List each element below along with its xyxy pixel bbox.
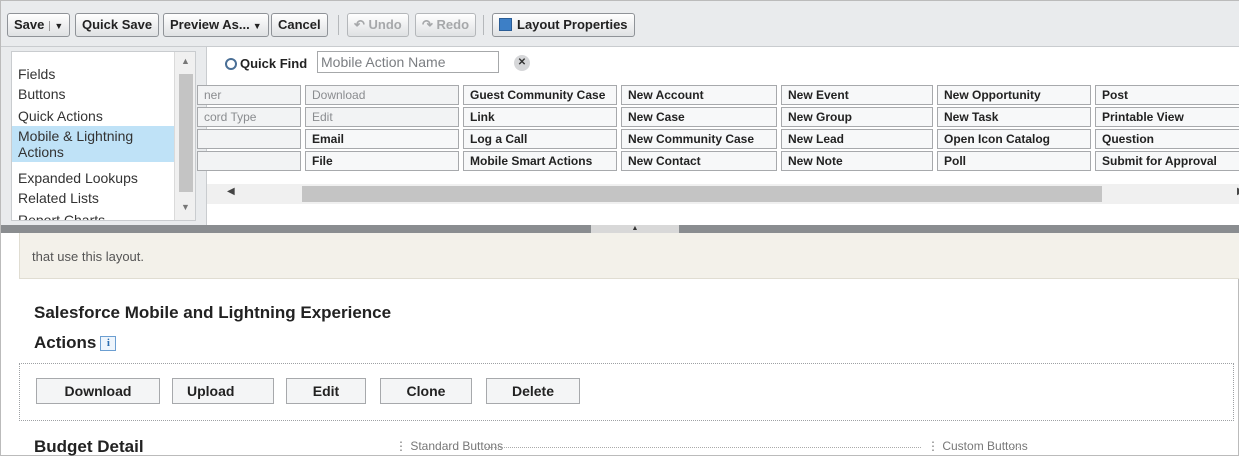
action-upload[interactable]: Upload [172, 378, 274, 404]
palette-action[interactable]: Edit [305, 107, 459, 127]
undo-button[interactable]: ↶ Undo [347, 13, 409, 37]
scroll-left-icon[interactable]: ◀ [227, 186, 235, 197]
mobile-actions-dropzone[interactable]: Download Upload Edit Clone Delete [19, 363, 1234, 421]
clear-icon[interactable]: ✕ [514, 55, 530, 71]
save-label: Save [14, 17, 45, 32]
palette-action[interactable]: Question [1095, 129, 1239, 149]
chevron-down-icon: ▼ [252, 21, 262, 31]
category-scrollbar[interactable]: ▲ ▼ [174, 52, 195, 220]
info-icon[interactable]: i [100, 336, 117, 351]
palette-resize-bar[interactable]: ▲ [1, 225, 1239, 233]
palette-action[interactable] [197, 129, 301, 149]
palette-action[interactable]: Download [305, 85, 459, 105]
quick-save-button[interactable]: Quick Save [75, 13, 160, 37]
toolbar-divider [483, 15, 484, 35]
palette-action[interactable]: New Group [781, 107, 933, 127]
palette-action[interactable]: Post [1095, 85, 1239, 105]
collapse-palette-icon[interactable]: ▲ [591, 225, 679, 233]
palette-action[interactable]: New Event [781, 85, 933, 105]
action-download[interactable]: Download [36, 378, 160, 404]
custom-buttons-border [1009, 447, 1019, 448]
palette-action[interactable]: Poll [937, 151, 1091, 171]
action-delete[interactable]: Delete [486, 378, 580, 404]
palette-action[interactable]: New Community Case [621, 129, 777, 149]
scroll-down-icon[interactable]: ▼ [181, 202, 190, 212]
category-fields[interactable]: Fields [18, 66, 55, 82]
palette-action[interactable]: New Task [937, 107, 1091, 127]
layout-note-text: that use this layout. [32, 249, 145, 264]
search-icon [225, 58, 237, 70]
quick-find: Quick Find [225, 53, 307, 75]
custom-buttons-bracket: ⋮ [927, 439, 943, 453]
palette-action[interactable]: Log a Call [463, 129, 617, 149]
section-title-actions: Actions i [34, 333, 117, 353]
category-report-charts[interactable]: Report Charts [18, 212, 105, 220]
palette-action[interactable]: New Opportunity [937, 85, 1091, 105]
quick-find-input[interactable]: Mobile Action Name [317, 51, 499, 73]
category-expanded-lookups[interactable]: Expanded Lookups [18, 170, 138, 186]
scroll-up-icon[interactable]: ▲ [181, 56, 190, 66]
layout-properties-button[interactable]: Layout Properties [492, 13, 635, 37]
custom-buttons-text: Custom Buttons [942, 439, 1028, 453]
palette-action[interactable] [197, 151, 301, 171]
layout-properties-icon [499, 18, 512, 31]
palette-action[interactable]: Guest Community Case [463, 85, 617, 105]
standard-buttons-bracket: ⋮ [395, 439, 411, 453]
palette-action[interactable]: File [305, 151, 459, 171]
undo-icon: ↶ [354, 17, 369, 32]
layout-note: that use this layout. [19, 233, 1239, 279]
preview-as-label: Preview As... [170, 17, 250, 32]
scrollbar-thumb[interactable] [179, 74, 193, 192]
palette-action[interactable]: New Note [781, 151, 933, 171]
palette-action[interactable]: Submit for Approval [1095, 151, 1239, 171]
section-title: Salesforce Mobile and Lightning Experien… [34, 303, 392, 322]
standard-buttons-text: Standard Buttons [410, 439, 504, 453]
palette-action[interactable]: Open Icon Catalog [937, 129, 1091, 149]
palette: Fields Buttons Quick Actions Mobile & Li… [1, 47, 1239, 225]
action-edit[interactable]: Edit [286, 378, 366, 404]
palette-action[interactable]: New Account [621, 85, 777, 105]
toolbar: Save ▼ Quick Save Preview As... ▼ Cancel ↶… [1, 1, 1239, 47]
standard-buttons-label: ⋮ Standard Buttons [395, 439, 503, 453]
redo-label: Redo [436, 17, 470, 32]
palette-action[interactable]: ner [197, 85, 301, 105]
palette-action[interactable]: Mobile Smart Actions [463, 151, 617, 171]
action-grid-panel: Quick Find Mobile Action Name ✕ ner Downl… [197, 47, 1239, 225]
palette-action[interactable]: New Lead [781, 129, 933, 149]
undo-label: Undo [368, 17, 402, 32]
redo-icon: ↷ [422, 17, 437, 32]
toolbar-divider [338, 15, 339, 35]
save-button[interactable]: Save ▼ [7, 13, 71, 37]
budget-detail-title: Budget Detail [34, 437, 144, 456]
page-layout-editor: Save ▼ Quick Save Preview As... ▼ Cancel ↶… [0, 0, 1239, 456]
quick-find-label: Quick Find [240, 56, 308, 71]
palette-action[interactable]: New Case [621, 107, 777, 127]
redo-button[interactable]: ↷ Redo [415, 13, 477, 37]
palette-action[interactable]: Email [305, 129, 459, 149]
custom-buttons-label: ⋮ Custom Buttons [927, 439, 1028, 453]
save-dropdown-icon[interactable]: ▼ [49, 21, 64, 31]
section-title-actions-text: Actions [34, 333, 97, 352]
palette-action[interactable]: Link [463, 107, 617, 127]
scrollbar-thumb[interactable] [302, 186, 1102, 202]
category-mobile-lightning-actions[interactable]: Mobile & Lightning Actions [12, 126, 174, 162]
category-quick-actions[interactable]: Quick Actions [18, 108, 103, 124]
palette-action[interactable]: Printable View [1095, 107, 1239, 127]
category-related-lists[interactable]: Related Lists [18, 190, 99, 206]
preview-as-button[interactable]: Preview As... ▼ [163, 13, 269, 37]
horizontal-scrollbar[interactable]: ◀ ▶ [207, 184, 1239, 204]
layout-properties-label: Layout Properties [517, 17, 628, 32]
category-buttons[interactable]: Buttons [18, 86, 65, 102]
category-list: Fields Buttons Quick Actions Mobile & Li… [11, 51, 196, 221]
palette-action[interactable]: New Contact [621, 151, 777, 171]
standard-buttons-border [485, 447, 921, 448]
action-clone[interactable]: Clone [380, 378, 472, 404]
palette-action[interactable]: cord Type [197, 107, 301, 127]
cancel-button[interactable]: Cancel [271, 13, 328, 37]
